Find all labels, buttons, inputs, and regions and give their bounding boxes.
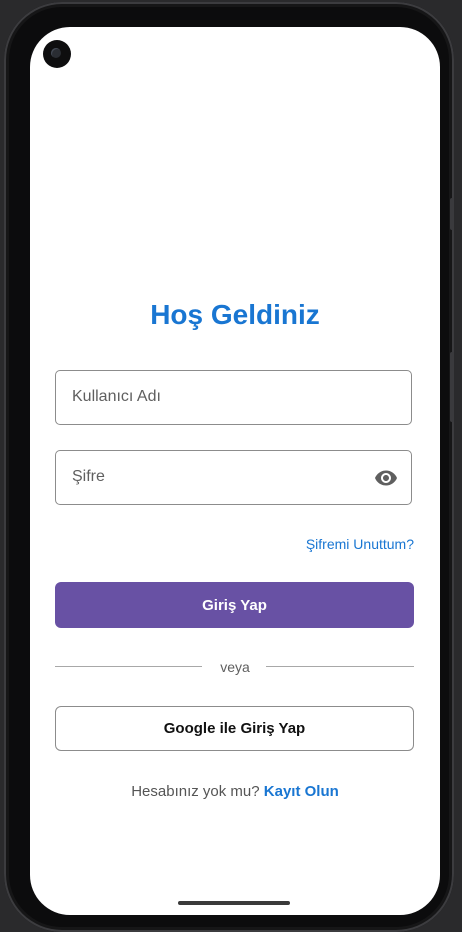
home-indicator[interactable] <box>178 901 290 905</box>
phone-frame: Hoş Geldiniz Kullanıcı Adı Şifre Şifremi… <box>4 2 454 932</box>
page-title: Hoş Geldiniz <box>150 299 320 330</box>
side-button <box>450 352 454 422</box>
camera-cutout <box>43 40 71 68</box>
password-placeholder: Şifre <box>72 468 105 485</box>
divider-line-right <box>266 666 414 667</box>
password-field[interactable]: Şifre <box>55 450 412 505</box>
divider-text: veya <box>220 659 250 675</box>
eye-icon[interactable] <box>373 466 399 490</box>
signup-link[interactable]: Kayıt Olun <box>264 783 339 800</box>
forgot-password-link[interactable]: Şifremi Unuttum? <box>306 536 414 552</box>
app-screen: Hoş Geldiniz Kullanıcı Adı Şifre Şifremi… <box>30 27 440 915</box>
login-button[interactable]: Giriş Yap <box>55 582 414 628</box>
username-placeholder: Kullanıcı Adı <box>72 388 161 405</box>
username-field[interactable]: Kullanıcı Adı <box>55 370 412 425</box>
signup-prompt: Hesabınız yok mu? <box>131 783 260 800</box>
google-login-button[interactable]: Google ile Giriş Yap <box>55 706 414 751</box>
side-button <box>450 198 454 230</box>
signup-row: Hesabınız yok mu? Kayıt Olun <box>30 783 440 800</box>
